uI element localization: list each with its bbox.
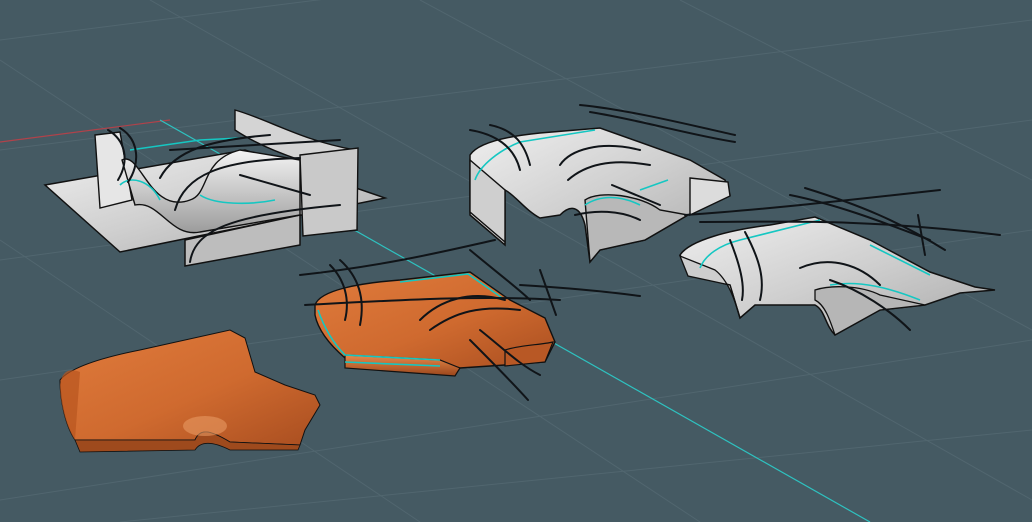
surface-network-model[interactable] [43,109,388,267]
x-axis [0,119,171,143]
viewport-canvas[interactable] [0,0,1032,522]
surface-trimmed-model[interactable] [678,187,1001,336]
3d-viewport[interactable] [0,0,1032,522]
solid-with-curves-model[interactable] [299,239,641,401]
surface-blended-model[interactable] [469,104,736,264]
solid-final-model[interactable] [59,329,321,453]
